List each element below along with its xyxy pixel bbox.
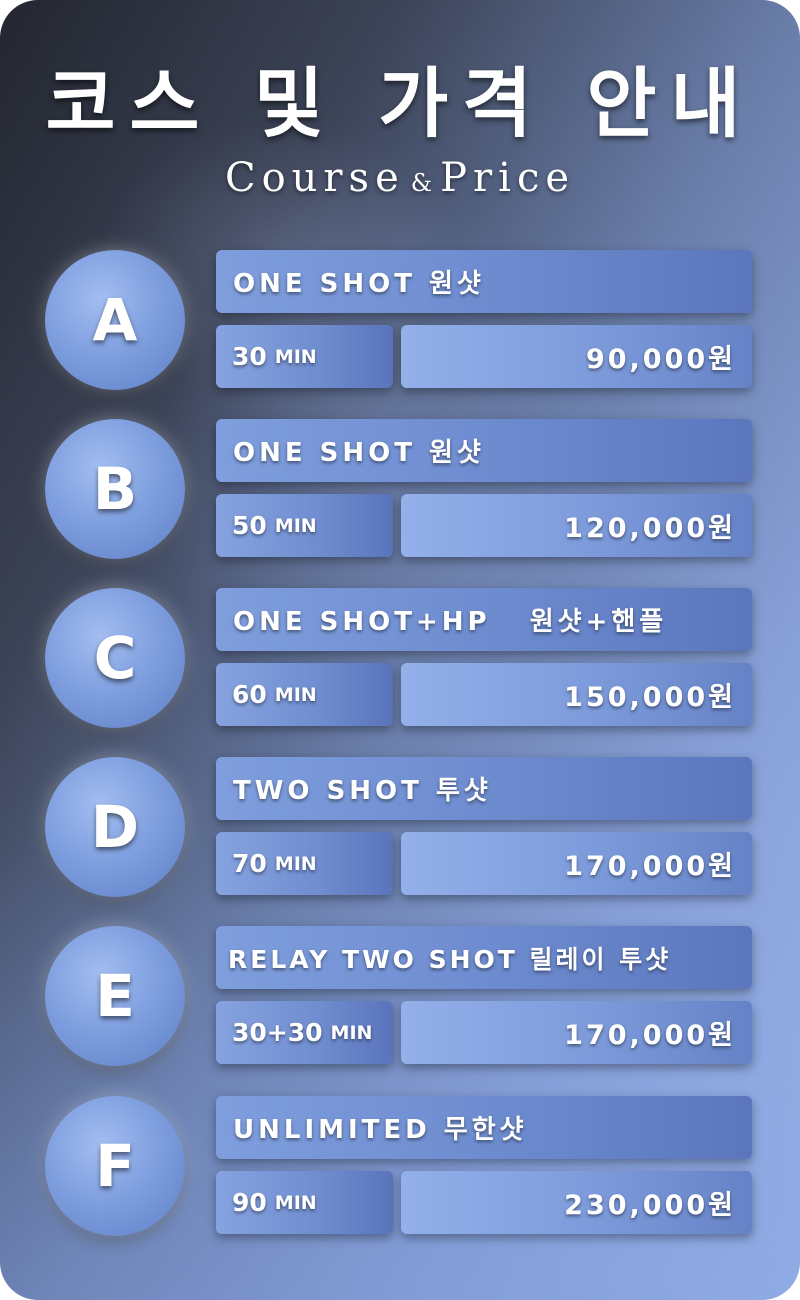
- course-duration-unit: MIN: [274, 514, 317, 537]
- course-badge: B: [45, 419, 185, 559]
- subtitle-ampersand: &: [410, 169, 435, 197]
- course-duration-box: 60 MIN: [216, 663, 393, 726]
- course-duration-box: 70 MIN: [216, 832, 393, 895]
- course-duration: 90: [232, 1188, 267, 1217]
- course-row-f: F UNLIMITED 무한샷 90 MIN 230,000원: [0, 1096, 800, 1246]
- course-badge: A: [45, 250, 185, 390]
- course-name: ONE SHOT 원샷: [233, 269, 485, 299]
- course-letter: A: [92, 286, 138, 354]
- course-price: 230,000원: [564, 1190, 736, 1221]
- course-price-box: 230,000원: [401, 1171, 752, 1234]
- course-name-box: UNLIMITED 무한샷: [216, 1096, 752, 1159]
- course-duration-box: 30+30 MIN: [216, 1001, 393, 1064]
- course-name: RELAY TWO SHOT 릴레이 투샷: [228, 944, 672, 974]
- course-price-box: 120,000원: [401, 494, 752, 557]
- course-row-e: E RELAY TWO SHOT 릴레이 투샷 30+30 MIN 170,000…: [0, 926, 800, 1076]
- course-duration-unit: MIN: [330, 1021, 373, 1044]
- course-name: UNLIMITED 무한샷: [233, 1115, 528, 1145]
- course-badge: D: [45, 757, 185, 897]
- course-price: 170,000원: [564, 851, 736, 882]
- course-price-box: 90,000원: [401, 325, 752, 388]
- course-name-box: ONE SHOT 원샷: [216, 419, 752, 482]
- course-duration-unit: MIN: [274, 345, 317, 368]
- course-letter: B: [92, 455, 138, 523]
- course-duration-box: 30 MIN: [216, 325, 393, 388]
- course-duration-unit: MIN: [274, 1191, 317, 1214]
- course-duration-box: 90 MIN: [216, 1171, 393, 1234]
- course-badge: F: [45, 1096, 185, 1236]
- subtitle-course: Course: [224, 155, 405, 201]
- course-price-box: 170,000원: [401, 1001, 752, 1064]
- course-row-a: A ONE SHOT 원샷 30 MIN 90,000원: [0, 250, 800, 400]
- course-duration-box: 50 MIN: [216, 494, 393, 557]
- course-name-box: ONE SHOT 원샷: [216, 250, 752, 313]
- course-name: ONE SHOT+HP 원샷+핸플: [233, 607, 668, 637]
- course-duration: 50: [232, 511, 267, 540]
- price-card: 코스 및 가격 안내 Course & Price A ONE SHOT 원샷 30…: [0, 0, 800, 1300]
- course-letter: E: [95, 962, 135, 1030]
- course-name: TWO SHOT 투샷: [233, 776, 492, 806]
- course-name-box: TWO SHOT 투샷: [216, 757, 752, 820]
- course-price: 120,000원: [564, 513, 736, 544]
- course-row-c: C ONE SHOT+HP 원샷+핸플 60 MIN 150,000원: [0, 588, 800, 738]
- course-price: 170,000원: [564, 1020, 736, 1051]
- course-letter: D: [90, 793, 140, 861]
- page-title: 코스 및 가격 안내: [45, 59, 755, 148]
- page-subtitle: Course & Price: [0, 155, 800, 201]
- course-row-b: B ONE SHOT 원샷 50 MIN 120,000원: [0, 419, 800, 569]
- course-price-box: 150,000원: [401, 663, 752, 726]
- course-duration: 30: [232, 342, 267, 371]
- subtitle-price: Price: [440, 155, 576, 201]
- course-price: 150,000원: [564, 682, 736, 713]
- course-badge: E: [45, 926, 185, 1066]
- course-duration-unit: MIN: [274, 683, 317, 706]
- course-duration: 70: [232, 849, 267, 878]
- course-letter: C: [93, 624, 137, 692]
- course-price: 90,000원: [585, 344, 736, 375]
- course-duration: 60: [232, 680, 267, 709]
- course-price-box: 170,000원: [401, 832, 752, 895]
- course-duration: 30+30: [232, 1018, 323, 1047]
- course-letter: F: [95, 1132, 135, 1200]
- course-duration-unit: MIN: [274, 852, 317, 875]
- course-row-d: D TWO SHOT 투샷 70 MIN 170,000원: [0, 757, 800, 907]
- course-name: ONE SHOT 원샷: [233, 438, 485, 468]
- course-name-box: RELAY TWO SHOT 릴레이 투샷: [216, 926, 752, 989]
- course-name-box: ONE SHOT+HP 원샷+핸플: [216, 588, 752, 651]
- course-badge: C: [45, 588, 185, 728]
